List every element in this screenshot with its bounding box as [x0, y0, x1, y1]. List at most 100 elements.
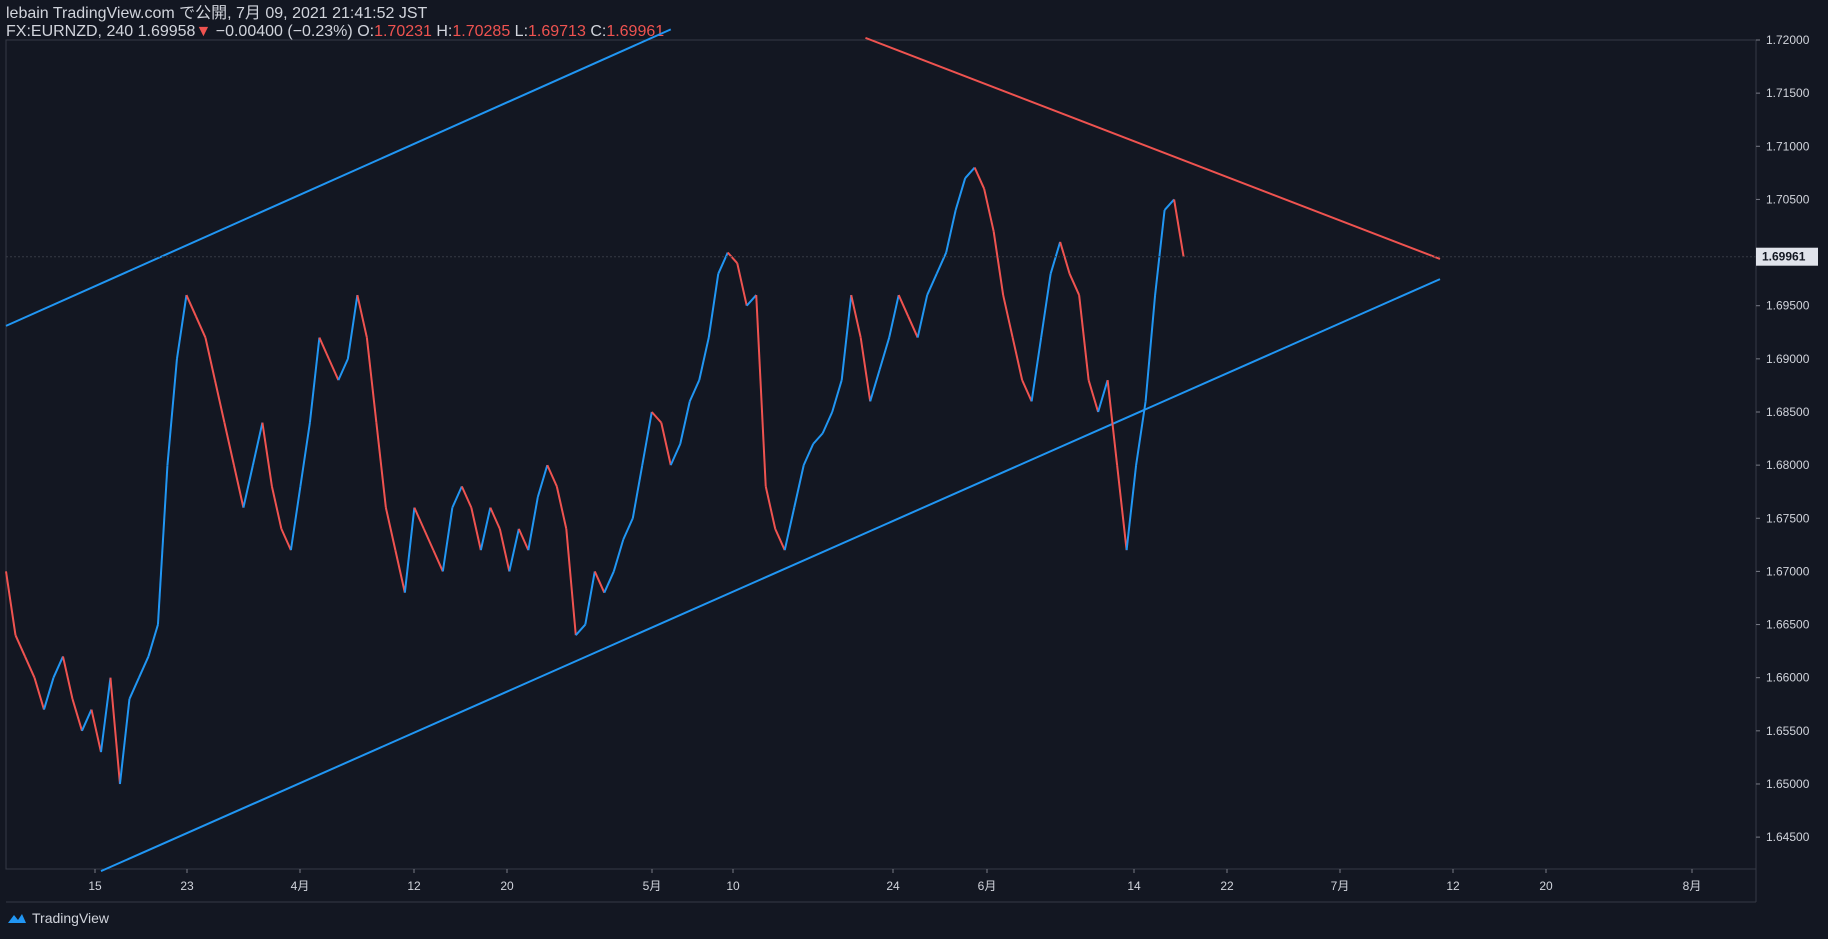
time-tick-label: 22: [1220, 879, 1234, 893]
price-segment: [546, 464, 558, 487]
price-segment: [575, 623, 587, 636]
price-segment: [622, 517, 634, 540]
price-segment: [555, 486, 568, 530]
price-segment: [432, 549, 444, 572]
time-tick-label: 12: [1446, 879, 1460, 893]
price-segment: [973, 167, 986, 190]
price-segment: [451, 485, 463, 509]
price-segment: [878, 337, 891, 370]
footer-brand-label: TradingView: [32, 910, 110, 926]
price-segment: [280, 528, 292, 551]
price-segment: [308, 337, 321, 423]
price-segment: [403, 507, 416, 593]
trend-line-0[interactable]: [5, 28, 672, 327]
price-segment: [584, 571, 596, 625]
price-segment: [489, 507, 501, 530]
price-tick-label: 1.66500: [1766, 618, 1810, 632]
price-segment: [964, 166, 976, 179]
price-series: [5, 166, 1185, 785]
price-segment: [128, 677, 140, 700]
price-tick-label: 1.64500: [1766, 830, 1810, 844]
price-segment: [394, 549, 406, 593]
time-tick-label: 14: [1127, 879, 1141, 893]
time-tick-label: 20: [1539, 879, 1553, 893]
price-segment: [992, 231, 1005, 296]
time-tick-label: 24: [886, 879, 900, 893]
price-segment: [375, 422, 387, 508]
price-segment: [251, 422, 264, 466]
plot-frame: [5, 39, 1757, 870]
price-segment: [888, 294, 900, 338]
price-segment: [470, 507, 482, 551]
price-segment: [327, 358, 340, 381]
last-price-badge-label: 1.69961: [1762, 250, 1806, 264]
price-segment: [954, 177, 967, 211]
price-segment: [175, 294, 188, 359]
last-price-marker: 1.69961: [6, 247, 1818, 266]
price-segment: [147, 624, 159, 657]
price-segment: [346, 294, 359, 359]
price-segment: [1011, 337, 1024, 381]
price-segment: [422, 528, 435, 551]
price-segment: [727, 251, 738, 264]
price-segment: [1173, 199, 1185, 257]
price-segment: [603, 571, 615, 594]
price-segment: [223, 422, 235, 466]
price-segment: [460, 485, 473, 509]
price-segment: [935, 252, 948, 275]
time-tick-label: 20: [500, 879, 514, 893]
price-segment: [1154, 209, 1166, 296]
price-tick-label: 1.70500: [1766, 192, 1810, 206]
price-segment: [1002, 294, 1014, 338]
time-tick-label: 5月: [643, 879, 662, 893]
price-segment: [71, 698, 83, 732]
time-tick-label: 10: [726, 879, 740, 893]
price-segment: [289, 486, 302, 551]
price-segment: [299, 422, 311, 487]
price-segment: [1163, 198, 1175, 211]
price-segment: [660, 422, 672, 466]
price-segment: [907, 315, 919, 338]
price-tick-label: 1.67500: [1766, 511, 1810, 525]
price-segment: [859, 337, 872, 402]
price-segment: [812, 432, 824, 445]
price-segment: [156, 465, 169, 625]
price-tick-label: 1.66000: [1766, 671, 1810, 685]
price-segment: [413, 507, 425, 530]
price-segment: [479, 507, 492, 551]
time-axis: 15 23 4月 12 20 5月 10 24 6月 14 22 7月 12 20 8月: [88, 869, 1701, 893]
price-segment: [669, 443, 682, 466]
price-segment: [651, 411, 663, 424]
price-tick-label: 1.68500: [1766, 405, 1810, 419]
price-segment: [242, 464, 254, 508]
price-segment: [185, 294, 197, 317]
price-segment: [916, 294, 929, 338]
price-segment: [356, 294, 368, 338]
price-segment: [612, 539, 625, 572]
price-segment: [195, 315, 207, 338]
trend-line-1[interactable]: [100, 278, 1441, 873]
price-segment: [736, 262, 748, 306]
trend-lines: [5, 28, 1441, 873]
tradingview-logo-icon: [8, 914, 26, 923]
price-segment: [1040, 273, 1052, 338]
price-segment: [850, 294, 862, 338]
price-segment: [508, 528, 520, 572]
price-segment: [641, 411, 653, 466]
price-segment: [869, 369, 881, 402]
time-tick-label: 12: [407, 879, 421, 893]
price-segment: [33, 677, 45, 710]
price-segment: [565, 528, 577, 636]
price-segment: [1068, 273, 1081, 296]
price-segment: [99, 677, 112, 753]
price-tick-label: 1.71000: [1766, 139, 1810, 153]
price-segment: [698, 337, 710, 381]
time-tick-label: 6月: [978, 879, 997, 893]
price-segment: [707, 273, 720, 338]
time-tick-label: 23: [180, 879, 194, 893]
price-chart[interactable]: 1.720001.715001.710001.705001.700001.695…: [0, 0, 1828, 939]
time-tick-label: 15: [88, 879, 102, 893]
price-segment: [498, 528, 511, 572]
price-segment: [441, 507, 454, 572]
price-segment: [81, 709, 93, 732]
